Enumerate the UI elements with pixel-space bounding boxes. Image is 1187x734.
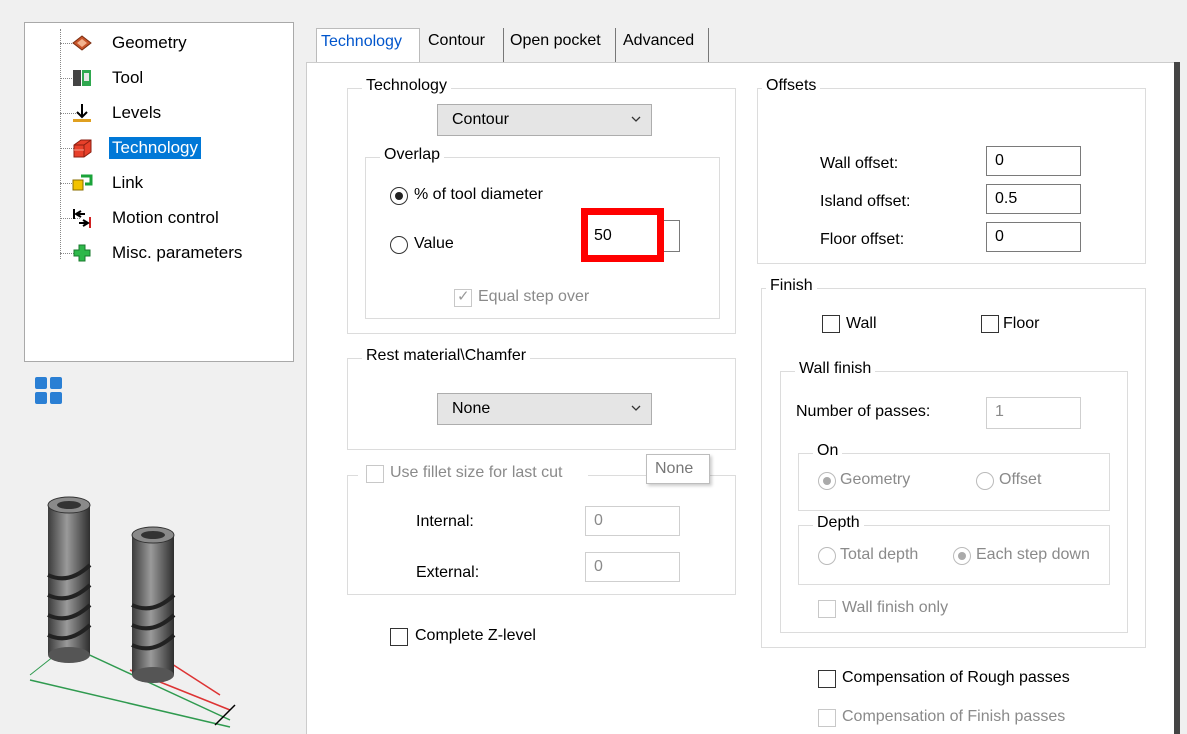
technology-mode-value: Contour — [452, 111, 509, 128]
external-field[interactable]: 0 — [585, 552, 680, 582]
on-title: On — [813, 442, 843, 460]
tree-label-geometry: Geometry — [112, 33, 187, 52]
wall-offset-field[interactable]: 0 — [986, 146, 1081, 176]
tree-item-levels[interactable]: Levels — [25, 99, 285, 127]
offsets-title: Offsets — [762, 77, 821, 95]
internal-field[interactable]: 0 — [585, 506, 680, 536]
motion-control-icon — [73, 209, 91, 228]
tab-technology[interactable]: Technology — [316, 28, 420, 62]
geometry-icon — [72, 35, 92, 51]
tree-item-tool[interactable]: Tool — [25, 64, 285, 92]
compensation-rough-checkbox[interactable] — [818, 670, 836, 688]
rest-material-value: None — [452, 400, 491, 417]
end-mill-illustration — [29, 496, 236, 728]
complete-z-level-label: Complete Z-level — [415, 627, 536, 644]
technology-icon — [73, 139, 92, 158]
overlap-group-title: Overlap — [380, 146, 445, 164]
pct-tool-diameter-radio[interactable] — [390, 187, 408, 205]
rest-material-combo[interactable]: None — [437, 393, 652, 425]
island-offset-label: Island offset: — [820, 193, 911, 210]
misc-parameters-icon — [73, 244, 91, 262]
tree-label-motion-control: Motion control — [112, 208, 219, 227]
use-fillet-checkbox[interactable] — [366, 465, 384, 483]
chevron-down-icon — [631, 405, 641, 411]
compensation-finish-label: Compensation of Finish passes — [842, 708, 1066, 725]
value-radio-label: Value — [414, 235, 454, 252]
tree-label-levels: Levels — [112, 103, 162, 122]
tree-label-link: Link — [112, 173, 144, 192]
wall-finish-only-label: Wall finish only — [842, 599, 949, 616]
floor-offset-field[interactable]: 0 — [986, 222, 1081, 252]
chevron-down-icon — [631, 116, 641, 122]
overlap-value-field[interactable]: 50 — [594, 227, 612, 245]
tree-item-motion-control[interactable]: Motion control — [25, 204, 285, 232]
compensation-finish-checkbox[interactable] — [818, 709, 836, 727]
compensation-rough-label: Compensation of Rough passes — [842, 669, 1070, 686]
finish-floor-label: Floor — [1003, 315, 1040, 332]
internal-label: Internal: — [416, 513, 474, 530]
total-depth-radio[interactable] — [818, 547, 836, 565]
each-step-down-label: Each step down — [976, 546, 1090, 563]
number-of-passes-label: Number of passes: — [796, 403, 931, 420]
tab-contour[interactable]: Contour — [424, 28, 504, 62]
floor-offset-label: Floor offset: — [820, 231, 905, 248]
tree-label-technology: Technology — [109, 137, 202, 159]
wall-offset-label: Wall offset: — [820, 155, 899, 172]
levels-icon — [73, 104, 91, 122]
number-of-passes-field[interactable]: 1 — [986, 397, 1081, 429]
wall-finish-title: Wall finish — [795, 360, 876, 378]
finish-wall-checkbox[interactable] — [822, 315, 840, 333]
tab-advanced[interactable]: Advanced — [619, 28, 709, 62]
operation-tree: Geometry Tool Levels Technology Link Mot… — [24, 22, 294, 362]
finish-wall-label: Wall — [846, 315, 877, 332]
layout-grid-icon[interactable] — [34, 376, 64, 406]
tree-item-link[interactable]: Link — [25, 169, 285, 197]
tab-open-pocket[interactable]: Open pocket — [506, 28, 616, 62]
total-depth-label: Total depth — [840, 546, 919, 563]
depth-title: Depth — [813, 514, 864, 532]
equal-step-over-checkbox[interactable] — [454, 287, 472, 307]
on-geometry-radio[interactable] — [818, 472, 836, 490]
equal-step-over-label: Equal step over — [478, 288, 590, 305]
finish-title: Finish — [766, 277, 817, 295]
on-offset-radio[interactable] — [976, 472, 994, 490]
link-icon — [72, 174, 93, 191]
offsets-group: Offsets — [757, 77, 1146, 264]
rest-material-title: Rest material\Chamfer — [362, 347, 531, 365]
complete-z-level-checkbox[interactable] — [390, 628, 408, 646]
technology-group-title: Technology — [362, 77, 451, 95]
panel-edge — [1174, 62, 1180, 734]
value-radio[interactable] — [390, 236, 408, 254]
use-fillet-label: Use fillet size for last cut — [390, 464, 563, 481]
tree-label-tool: Tool — [112, 68, 144, 87]
finish-floor-checkbox[interactable] — [981, 315, 999, 333]
on-geometry-label: Geometry — [840, 471, 911, 488]
tree-item-geometry[interactable]: Geometry — [25, 29, 285, 57]
technology-mode-combo[interactable]: Contour — [437, 104, 652, 136]
external-label: External: — [416, 564, 480, 581]
tree-item-misc-parameters[interactable]: Misc. parameters — [25, 239, 285, 267]
wall-finish-only-checkbox[interactable] — [818, 600, 836, 618]
each-step-down-radio[interactable] — [953, 547, 971, 565]
tree-label-misc-parameters: Misc. parameters — [112, 243, 243, 262]
tree-item-technology[interactable]: Technology — [25, 134, 285, 162]
tool-icon — [73, 70, 91, 86]
pct-tool-diameter-label: % of tool diameter — [414, 186, 543, 203]
tooltip-none: None — [646, 454, 710, 484]
island-offset-field[interactable]: 0.5 — [986, 184, 1081, 214]
on-offset-label: Offset — [999, 471, 1042, 488]
